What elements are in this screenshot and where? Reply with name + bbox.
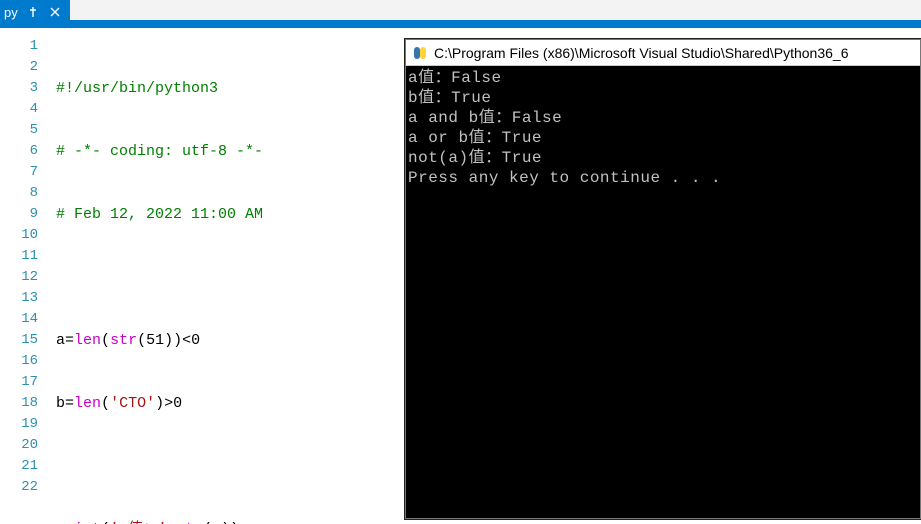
line-number: 6	[0, 141, 38, 162]
line-number: 14	[0, 309, 38, 330]
pin-icon[interactable]	[26, 5, 40, 19]
file-tab[interactable]: py	[0, 0, 70, 24]
console-line: a or b值：True	[408, 128, 918, 148]
line-number: 7	[0, 162, 38, 183]
code-line: # Feb 12, 2022 11:00 AM	[56, 204, 394, 225]
line-number: 8	[0, 183, 38, 204]
tab-strip: py	[0, 0, 921, 24]
console-line: not(a)值：True	[408, 148, 918, 168]
line-number: 12	[0, 267, 38, 288]
line-number: 15	[0, 330, 38, 351]
workspace: 1 2 3 4 5 6 7 8 9 10 11 12 13 14 15 16 1…	[0, 28, 921, 524]
line-number: 1	[0, 36, 38, 57]
code-line: print('a值：'+str(a))	[56, 519, 394, 524]
line-number: 17	[0, 372, 38, 393]
code-line: a=len(str(51))<0	[56, 330, 394, 351]
line-number: 16	[0, 351, 38, 372]
code-line: #!/usr/bin/python3	[56, 78, 394, 99]
line-number: 18	[0, 393, 38, 414]
console-window[interactable]: C:\Program Files (x86)\Microsoft Visual …	[405, 39, 921, 519]
code-line: # -*- coding: utf-8 -*-	[56, 141, 394, 162]
line-number: 11	[0, 246, 38, 267]
line-number: 10	[0, 225, 38, 246]
code-editor[interactable]: #!/usr/bin/python3 # -*- coding: utf-8 -…	[56, 36, 394, 524]
tab-label: py	[0, 5, 18, 20]
close-icon[interactable]	[48, 5, 62, 19]
console-line: b值：True	[408, 88, 918, 108]
line-number: 3	[0, 78, 38, 99]
code-line	[56, 267, 394, 288]
console-titlebar[interactable]: C:\Program Files (x86)\Microsoft Visual …	[406, 40, 920, 66]
console-line: a and b值：False	[408, 108, 918, 128]
line-number: 5	[0, 120, 38, 141]
line-number-gutter: 1 2 3 4 5 6 7 8 9 10 11 12 13 14 15 16 1…	[0, 36, 48, 498]
console-line: Press any key to continue . . .	[408, 168, 918, 188]
console-line: a值：False	[408, 68, 918, 88]
code-line: b=len('CTO')>0	[56, 393, 394, 414]
code-line	[56, 456, 394, 477]
line-number: 22	[0, 477, 38, 498]
python-icon	[412, 45, 428, 61]
line-number: 4	[0, 99, 38, 120]
line-number: 2	[0, 57, 38, 78]
line-number: 21	[0, 456, 38, 477]
line-number: 13	[0, 288, 38, 309]
line-number: 20	[0, 435, 38, 456]
console-output: a值：False b值：True a and b值：False a or b值：…	[406, 66, 920, 190]
line-number: 9	[0, 204, 38, 225]
console-title: C:\Program Files (x86)\Microsoft Visual …	[434, 43, 849, 63]
line-number: 19	[0, 414, 38, 435]
